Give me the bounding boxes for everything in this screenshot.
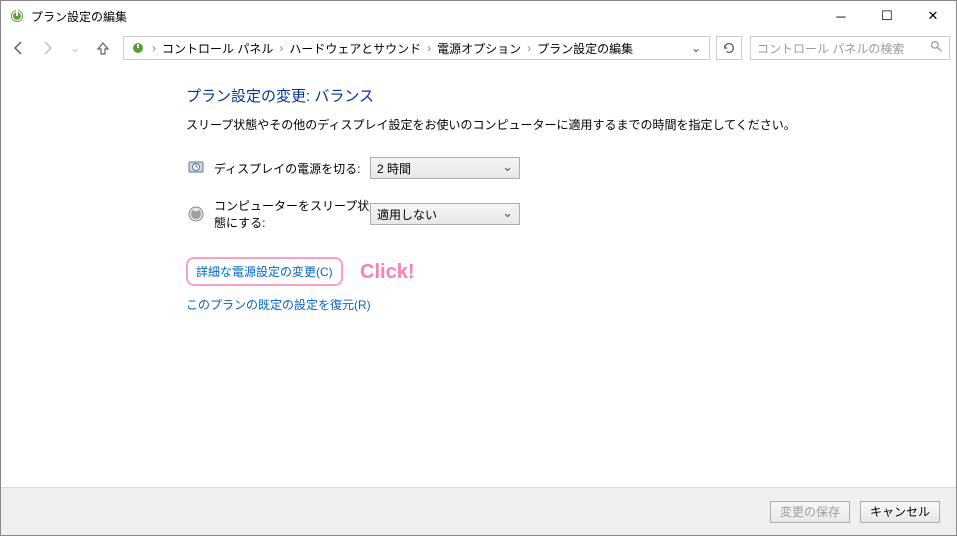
location-icon [130,40,146,56]
search-placeholder: コントロール パネルの検索 [757,40,904,57]
minimize-button[interactable]: ─ [818,1,864,31]
sleep-value: 適用しない [377,206,437,223]
window-controls: ─ ☐ ✕ [818,1,956,31]
cancel-button[interactable]: キャンセル [860,501,940,523]
chevron-right-icon: › [527,41,531,55]
advanced-settings-link[interactable]: 詳細な電源設定の変更(C) [196,263,333,280]
content-area: プラン設定の変更: バランス スリープ状態やその他のディスプレイ設定をお使いのコ… [1,65,956,327]
footer-bar: 変更の保存 キャンセル [1,487,956,535]
sleep-label: コンピューターをスリープ状態にする: [214,197,370,231]
recent-button[interactable]: ⌄ [63,36,87,60]
up-button[interactable] [91,36,115,60]
breadcrumb-item[interactable]: ハードウェアとサウンド [285,37,425,59]
sleep-icon [186,204,206,224]
restore-defaults-link[interactable]: このプランの既定の設定を復元(R) [186,296,371,313]
display-off-label: ディスプレイの電源を切る: [214,160,370,177]
display-off-value: 2 時間 [377,160,411,177]
close-button[interactable]: ✕ [910,1,956,31]
sleep-dropdown[interactable]: 適用しない [370,203,520,225]
click-annotation: Click! [360,261,414,283]
page-heading: プラン設定の変更: バランス [186,85,956,106]
chevron-right-icon: › [427,41,431,55]
chevron-right-icon: › [279,41,283,55]
refresh-button[interactable] [716,36,742,60]
search-input[interactable]: コントロール パネルの検索 [750,36,950,60]
back-button[interactable] [7,36,31,60]
app-icon [9,8,25,24]
maximize-button[interactable]: ☐ [864,1,910,31]
titlebar: プラン設定の編集 ─ ☐ ✕ [1,1,956,31]
breadcrumb-item[interactable]: コントロール パネル [158,37,277,59]
breadcrumb-item[interactable]: プラン設定の編集 [533,37,637,59]
save-button[interactable]: 変更の保存 [770,501,850,523]
search-icon [930,40,943,56]
links-section: 詳細な電源設定の変更(C) Click! このプランの既定の設定を復元(R) [186,257,956,327]
breadcrumb-item[interactable]: 電源オプション [433,37,525,59]
window-title: プラン設定の編集 [31,8,818,25]
display-icon [186,158,206,178]
chevron-right-icon: › [152,41,156,55]
forward-button[interactable] [35,36,59,60]
address-dropdown-icon[interactable]: ⌄ [685,41,707,55]
address-bar[interactable]: › コントロール パネル › ハードウェアとサウンド › 電源オプション › プ… [123,36,710,60]
display-off-setting-row: ディスプレイの電源を切る: 2 時間 [186,157,956,179]
instruction-text: スリープ状態やその他のディスプレイ設定をお使いのコンピューターに適用するまでの時… [186,116,956,133]
advanced-link-highlight: 詳細な電源設定の変更(C) [186,257,343,286]
display-off-dropdown[interactable]: 2 時間 [370,157,520,179]
navigation-bar: ⌄ › コントロール パネル › ハードウェアとサウンド › 電源オプション ›… [1,31,956,65]
sleep-setting-row: コンピューターをスリープ状態にする: 適用しない [186,197,956,231]
